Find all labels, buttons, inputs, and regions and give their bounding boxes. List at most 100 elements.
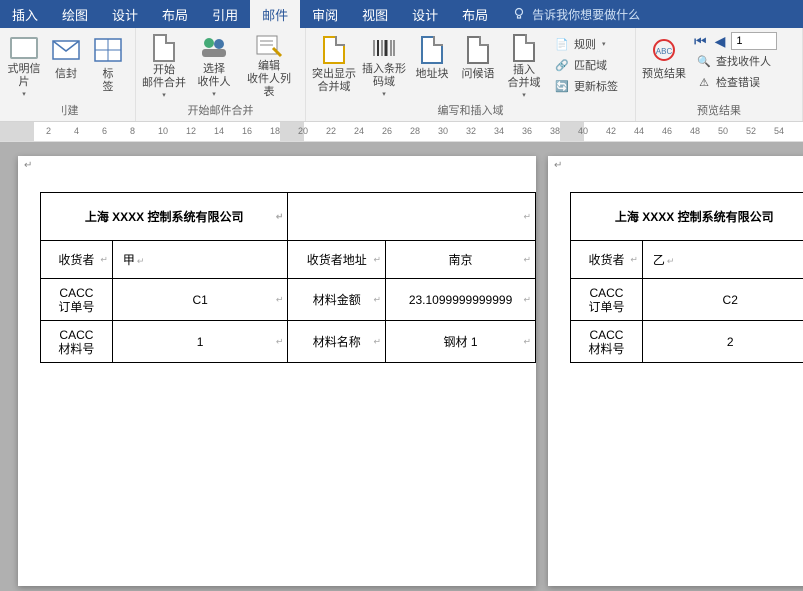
edit-recip-label: 编辑 收件人列表	[242, 60, 296, 99]
table-cell: 1↵	[112, 321, 287, 363]
check-label: 检查错误	[716, 74, 760, 90]
barcode-icon	[368, 34, 400, 61]
tab-insert[interactable]: 插入	[0, 0, 50, 28]
match-fields-button[interactable]: 🔗 匹配域	[550, 55, 622, 75]
svg-text:ABC: ABC	[656, 47, 673, 56]
tab-design[interactable]: 设计	[100, 0, 150, 28]
table-cell: 收货者↵	[41, 241, 113, 279]
find-recipient-button[interactable]: 🔍 查找收件人	[692, 51, 777, 71]
document-area[interactable]: ↵ 上海 XXXX 控制系统有限公司↵ ↵ 收货者↵ 甲↵ 收货者地址↵ 南京↵…	[0, 142, 803, 591]
group-start-label: 开始邮件合并	[136, 100, 305, 121]
insert-merge-field-button[interactable]: 插入 合并域 ▾	[502, 32, 546, 98]
table-cell: CACC 订单号	[41, 279, 113, 321]
labels-button[interactable]: 标 签	[88, 32, 128, 98]
tab-design2[interactable]: 设计	[400, 0, 450, 28]
check-errors-button[interactable]: ⚠ 检查错误	[692, 72, 777, 92]
preview-label: 预览结果	[642, 68, 686, 81]
greeting-label: 问候语	[458, 68, 498, 81]
page-1: ↵ 上海 XXXX 控制系统有限公司↵ ↵ 收货者↵ 甲↵ 收货者地址↵ 南京↵…	[18, 156, 536, 586]
postcard-label: 式明信片	[6, 63, 42, 89]
table-cell: CACC 订单号	[571, 279, 643, 321]
tell-me-search[interactable]: 告诉我你想要做什么	[500, 0, 640, 28]
address-block-button[interactable]: 地址块	[410, 32, 454, 98]
ribbon-group-preview: ABC 预览结果 ⏮ ◀ 🔍 查找收件人 ⚠ 检查错误 预览结果	[636, 28, 803, 121]
record-number-input[interactable]	[731, 32, 777, 50]
page-2: ↵ 上海 XXXX 控制系统有限公司↵ ↵ 收货者↵ 乙↵ CACC 订单号 C…	[548, 156, 803, 586]
ribbon-tabs: 插入 绘图 设计 布局 引用 邮件 审阅 视图 设计 布局 告诉我你想要做什么	[0, 0, 803, 28]
postcard-button[interactable]: 式明信片 ▾	[4, 32, 44, 98]
highlight-fields-button[interactable]: 突出显示 合并域	[310, 32, 358, 98]
tab-mailings[interactable]: 邮件	[250, 0, 300, 28]
group-create-label: 刂建	[0, 100, 135, 121]
select-recipients-button[interactable]: 选择 收件人 ▾	[190, 32, 238, 98]
update-icon: 🔄	[554, 78, 570, 94]
rules-button[interactable]: 📄 规则 ▾	[550, 34, 622, 54]
highlight-label: 突出显示 合并域	[312, 68, 356, 94]
labels-icon	[92, 34, 124, 66]
chevron-down-icon: ▾	[602, 40, 606, 48]
rules-icon: 📄	[554, 36, 570, 52]
highlight-icon	[318, 34, 350, 66]
tab-layout[interactable]: 布局	[150, 0, 200, 28]
ribbon-group-start-merge: 开始 邮件合并 ▾ 选择 收件人 ▾ 编辑 收件人列表 开始邮件合并	[136, 28, 306, 121]
lightbulb-icon	[512, 7, 526, 21]
table-cell: 乙↵	[642, 241, 803, 279]
edit-recipients-button[interactable]: 编辑 收件人列表	[240, 32, 298, 98]
group-preview-label: 预览结果	[636, 100, 802, 121]
paragraph-mark-icon: ↵	[554, 160, 562, 171]
first-record-button[interactable]: ⏮	[692, 33, 709, 50]
table-cell: 收货者↵	[571, 241, 643, 279]
barcode-button[interactable]: 插入条形 码域 ▾	[360, 32, 408, 98]
start-merge-icon	[148, 34, 180, 62]
envelope-button[interactable]: 信封	[46, 32, 86, 98]
table-cell: 甲↵	[112, 241, 287, 279]
horizontal-ruler[interactable]: 2468101214161820222426283032343638404244…	[0, 122, 803, 142]
start-mail-merge-button[interactable]: 开始 邮件合并 ▾	[140, 32, 188, 98]
table-title-cell: 上海 XXXX 控制系统有限公司↵	[41, 193, 288, 241]
barcode-label: 插入条形 码域	[362, 63, 406, 89]
chevron-down-icon: ▾	[22, 90, 26, 98]
table-cell: 材料金额↵	[288, 279, 386, 321]
envelope-icon	[50, 34, 82, 66]
table-cell: 收货者地址↵	[288, 241, 386, 279]
update-labels-button[interactable]: 🔄 更新标签	[550, 76, 622, 96]
greeting-button[interactable]: 问候语	[456, 32, 500, 98]
address-label: 地址块	[412, 68, 452, 81]
merge-field-icon	[508, 34, 540, 62]
address-icon	[416, 34, 448, 66]
tell-me-placeholder: 告诉我你想要做什么	[532, 6, 640, 23]
match-label: 匹配域	[574, 57, 607, 73]
tab-references[interactable]: 引用	[200, 0, 250, 28]
empty-cell: ↵	[288, 193, 536, 241]
table-cell: 钢材 1↵	[386, 321, 536, 363]
chevron-down-icon: ▾	[162, 91, 166, 99]
labels-label: 标 签	[90, 68, 126, 94]
tab-layout2[interactable]: 布局	[450, 0, 500, 28]
group-write-label: 编写和插入域	[306, 100, 635, 121]
envelope-label: 信封	[48, 68, 84, 81]
prev-record-button[interactable]: ◀	[713, 33, 728, 50]
edit-list-icon	[253, 34, 285, 58]
people-icon	[198, 34, 230, 61]
table-cell: 23.1099999999999↵	[386, 279, 536, 321]
data-table-2: 上海 XXXX 控制系统有限公司↵ ↵ 收货者↵ 乙↵ CACC 订单号 C2↵…	[570, 192, 803, 363]
table-cell: CACC 材料号	[41, 321, 113, 363]
tab-review[interactable]: 审阅	[300, 0, 350, 28]
ribbon-group-create: 式明信片 ▾ 信封 标 签 刂建	[0, 28, 136, 121]
table-cell: 2↵	[642, 321, 803, 363]
start-merge-label: 开始 邮件合并	[142, 64, 186, 90]
rules-label: 规则	[574, 36, 596, 52]
table-cell: 材料名称↵	[288, 321, 386, 363]
preview-results-button[interactable]: ABC 预览结果	[640, 32, 688, 98]
ribbon: 式明信片 ▾ 信封 标 签 刂建 开始 邮件合并 ▾ 选择 收件人	[0, 28, 803, 122]
table-cell: C2↵	[642, 279, 803, 321]
greeting-icon	[462, 34, 494, 66]
table-cell: 南京↵	[386, 241, 536, 279]
tab-view[interactable]: 视图	[350, 0, 400, 28]
table-cell: CACC 材料号	[571, 321, 643, 363]
tab-draw[interactable]: 绘图	[50, 0, 100, 28]
select-recip-label: 选择 收件人	[192, 63, 236, 89]
chevron-down-icon: ▾	[382, 90, 386, 98]
search-icon: 🔍	[696, 53, 712, 69]
update-label: 更新标签	[574, 78, 618, 94]
